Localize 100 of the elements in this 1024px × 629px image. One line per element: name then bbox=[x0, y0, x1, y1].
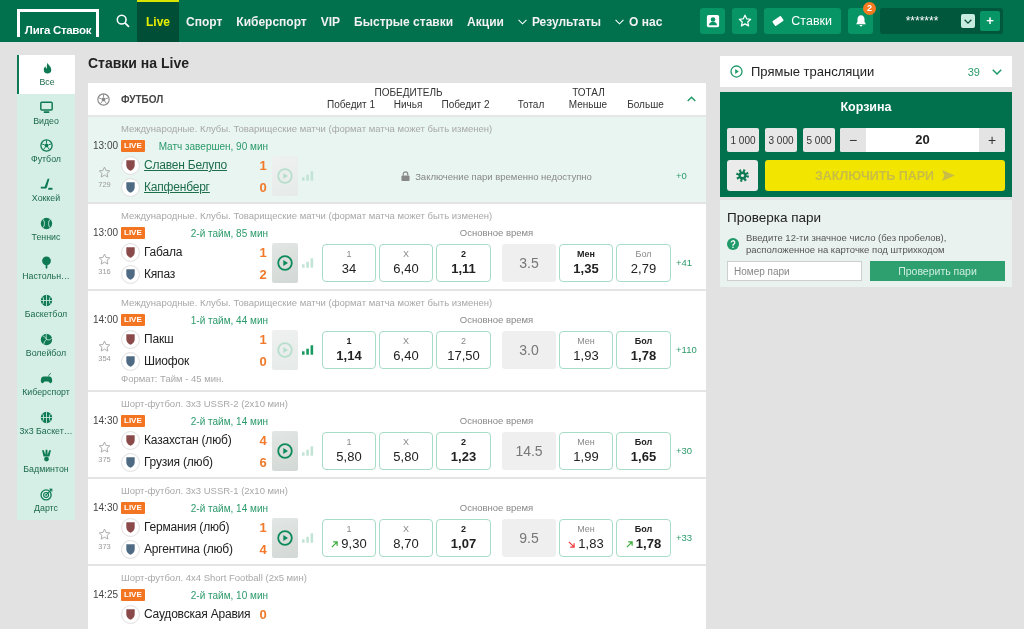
tournament-name: Международные. Клубы. Товарищеские матчи (формат матча может быть изменен) bbox=[120, 209, 494, 222]
sidebar-item[interactable]: Все bbox=[17, 55, 75, 94]
sidebar-item[interactable]: Бадминтон bbox=[17, 442, 75, 482]
team-name[interactable]: Капфенберг bbox=[144, 180, 257, 194]
odds-button[interactable]: Бол 1,78 bbox=[616, 331, 671, 369]
bar-chart-icon[interactable] bbox=[302, 345, 314, 355]
odds-button[interactable]: Мен 1,93 bbox=[559, 331, 613, 369]
video-thumbnail[interactable] bbox=[272, 156, 298, 196]
nav-link[interactable]: Киберспорт bbox=[229, 0, 314, 42]
decrease-button[interactable]: − bbox=[840, 128, 866, 152]
nav-link[interactable]: Live bbox=[137, 0, 179, 42]
tournament-name: Международные. Клубы. Товарищеские матчи (формат матча может быть изменен) bbox=[120, 122, 494, 135]
odds-button[interactable]: Мен 1,35 bbox=[559, 244, 613, 282]
odds-button[interactable]: X 6,40 bbox=[379, 331, 433, 369]
sport-heading: ФУТБОЛ bbox=[121, 93, 164, 105]
odds-button[interactable]: 2 1,07 bbox=[436, 519, 491, 557]
star-icon[interactable] bbox=[98, 166, 111, 179]
more-markets-link[interactable]: +33 bbox=[676, 519, 693, 557]
odds-button[interactable]: 1 5,80 bbox=[322, 432, 376, 470]
team-name[interactable]: Шиофок bbox=[144, 354, 257, 368]
more-markets-link[interactable]: +110 bbox=[676, 331, 697, 369]
balance-dropdown-button[interactable] bbox=[961, 14, 975, 28]
sidebar-item[interactable]: Волейбол bbox=[17, 326, 75, 365]
sidebar-item[interactable]: Хоккей bbox=[17, 171, 75, 210]
quick-amount-button[interactable]: 3 000 bbox=[765, 128, 797, 152]
odds-button[interactable]: X 6,40 bbox=[379, 244, 433, 282]
odds-button[interactable]: 2 1,11 bbox=[436, 244, 491, 282]
market-label: Основное время bbox=[458, 313, 535, 327]
live-streams-panel[interactable]: Прямые трансляции 39 bbox=[720, 56, 1012, 87]
video-thumbnail[interactable] bbox=[272, 431, 298, 471]
odds-button[interactable]: Бол 1,78 bbox=[616, 519, 671, 557]
deposit-button[interactable]: + bbox=[980, 11, 1000, 31]
settings-button[interactable] bbox=[727, 160, 758, 191]
match-status: Матч завершен, 90 мин bbox=[158, 140, 268, 152]
sidebar-item[interactable]: Теннис bbox=[17, 210, 75, 249]
sidebar-item[interactable]: 3х3 Баскет… bbox=[17, 403, 75, 443]
bet-number-input[interactable]: Номер пари bbox=[727, 261, 862, 281]
account-button[interactable] bbox=[700, 8, 726, 34]
odds-button[interactable]: 2 17,50 bbox=[436, 331, 491, 369]
team-name[interactable]: Грузия (люб) bbox=[144, 455, 257, 469]
increase-button[interactable]: + bbox=[979, 128, 1005, 152]
more-markets-link[interactable]: +30 bbox=[676, 432, 693, 470]
star-icon[interactable] bbox=[98, 528, 111, 541]
team-name[interactable]: Пакш bbox=[144, 332, 257, 346]
odds-button[interactable]: Мен 1,99 bbox=[559, 432, 613, 470]
video-thumbnail[interactable] bbox=[272, 243, 298, 283]
odds-button[interactable]: 2 1,23 bbox=[436, 432, 491, 470]
quick-amount-button[interactable]: 5 000 bbox=[803, 128, 835, 152]
gear-icon bbox=[735, 168, 750, 183]
sidebar-item[interactable]: Футбол bbox=[17, 132, 75, 172]
live-badge: LIVE bbox=[121, 502, 145, 514]
quick-amount-button[interactable]: 1 000 bbox=[727, 128, 759, 152]
nav-link[interactable]: О нас bbox=[608, 0, 670, 42]
team-score: 1 bbox=[258, 331, 268, 347]
search-icon[interactable] bbox=[116, 14, 130, 28]
stake-input[interactable]: 20 bbox=[866, 128, 979, 152]
odds-button[interactable]: 1 34 bbox=[322, 244, 376, 282]
live-badge: LIVE bbox=[121, 589, 145, 601]
team-name[interactable]: Кяпаз bbox=[144, 267, 257, 281]
odds-button[interactable]: 1 9,30 bbox=[322, 519, 376, 557]
team-name[interactable]: Аргентина (люб) bbox=[144, 542, 257, 556]
star-icon[interactable] bbox=[98, 441, 111, 454]
play-icon bbox=[730, 65, 743, 78]
club-crest-icon bbox=[121, 517, 140, 537]
sidebar-item[interactable]: Видео bbox=[17, 93, 75, 133]
team-score: 4 bbox=[258, 432, 268, 448]
team-name[interactable]: Казахстан (люб) bbox=[144, 433, 257, 447]
video-thumbnail[interactable] bbox=[272, 518, 298, 558]
chevron-icon[interactable] bbox=[687, 96, 696, 102]
nav-link[interactable]: Акции bbox=[460, 0, 511, 42]
market-label: Основное время bbox=[458, 226, 535, 240]
video-thumbnail[interactable] bbox=[272, 330, 298, 370]
nav-link[interactable]: Результаты bbox=[510, 0, 609, 42]
odds-button[interactable]: X 8,70 bbox=[379, 519, 433, 557]
odds-button[interactable]: X 5,80 bbox=[379, 432, 433, 470]
star-icon[interactable] bbox=[98, 253, 111, 266]
nav-link[interactable]: Спорт bbox=[179, 0, 230, 42]
odds-button[interactable]: Мен 1,83 bbox=[559, 519, 613, 557]
nav-link[interactable]: VIP bbox=[313, 0, 348, 42]
more-markets-link[interactable]: +41 bbox=[676, 244, 693, 282]
sidebar-item[interactable]: Настольн… bbox=[17, 248, 75, 288]
sidebar-item[interactable]: Баскетбол bbox=[17, 287, 75, 327]
odds-button[interactable]: Бол 2,79 bbox=[616, 244, 671, 282]
bets-button[interactable]: Ставки bbox=[764, 8, 841, 34]
favorites-button[interactable] bbox=[732, 8, 758, 34]
odds-button[interactable]: Бол 1,65 bbox=[616, 432, 671, 470]
sidebar-item[interactable]: Дартс bbox=[17, 481, 75, 520]
team-name[interactable]: Славен Белупо bbox=[144, 158, 257, 172]
monitor-icon bbox=[39, 100, 53, 114]
team-score: 1 bbox=[258, 244, 268, 260]
send-arrow-icon bbox=[942, 170, 956, 181]
logo[interactable]: Лига Ставок bbox=[17, 9, 99, 37]
star-icon[interactable] bbox=[98, 340, 111, 353]
nav-link[interactable]: Быстрые ставки bbox=[347, 0, 461, 42]
team-name[interactable]: Германия (люб) bbox=[144, 520, 257, 534]
team-name[interactable]: Габала bbox=[144, 245, 257, 259]
odds-button[interactable]: 1 1,14 bbox=[322, 331, 376, 369]
match-time: 14:30 bbox=[93, 501, 119, 515]
sidebar-item[interactable]: Киберспорт bbox=[17, 365, 75, 404]
team-name[interactable]: Саудовская Аравия bbox=[144, 607, 257, 621]
